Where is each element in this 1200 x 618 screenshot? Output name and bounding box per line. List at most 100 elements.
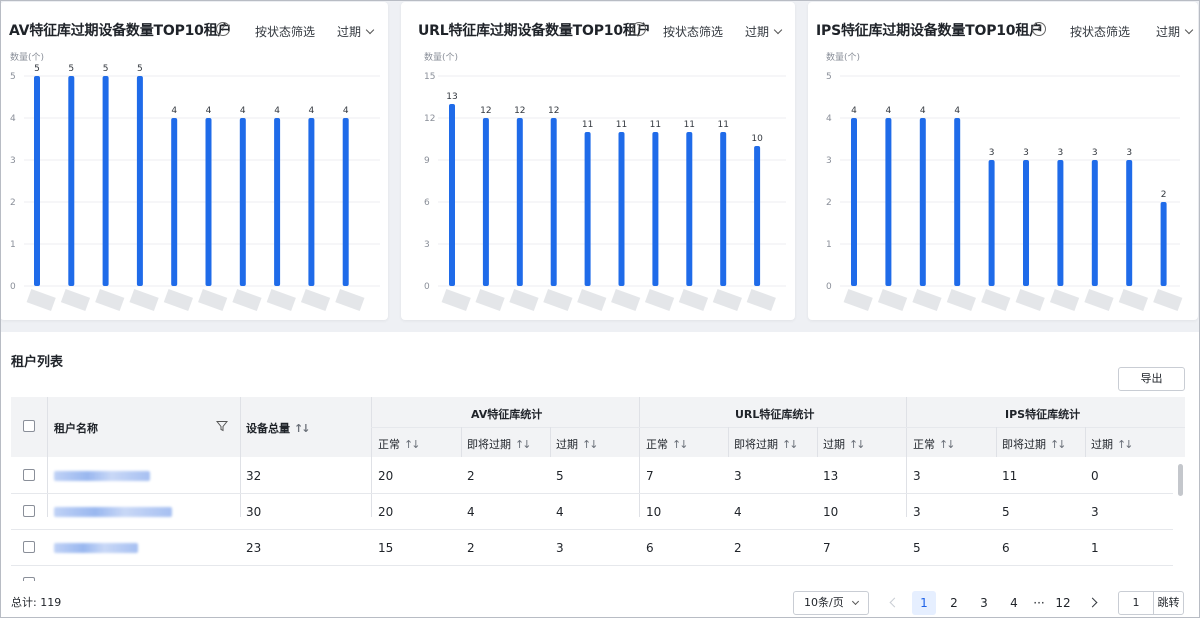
help-icon[interactable]: ? bbox=[632, 22, 646, 36]
bar bbox=[1091, 160, 1098, 286]
prev-page-icon[interactable] bbox=[889, 597, 900, 608]
x-tick-label-blurred bbox=[1049, 288, 1080, 311]
device-total-cell: 23 bbox=[246, 541, 262, 555]
row-checkbox[interactable] bbox=[23, 469, 35, 481]
x-tick-label-blurred bbox=[946, 288, 976, 311]
av-expiring-cell: 2 bbox=[467, 541, 475, 555]
page-4-button[interactable]: 4 bbox=[1002, 591, 1026, 615]
page-1-button[interactable]: 1 bbox=[912, 591, 936, 615]
av-chart-card: AV特征库过期设备数量TOP10租户 ? 按状态筛选 过期 数量(个) 0 1 2 3 4… bbox=[0, 2, 388, 320]
url-expiring-cell: 3 bbox=[734, 469, 742, 483]
y-tick-label: 0 bbox=[10, 282, 16, 292]
page-jump-button[interactable]: 跳转 bbox=[1153, 591, 1184, 615]
ips-expiring-header[interactable]: 即将过期 ↑↓ bbox=[1002, 436, 1067, 452]
sort-icon: ↑↓ bbox=[1050, 438, 1067, 451]
ips-bar-chart: 数量(个) 0 1 2 3 4 5 4 4 4 4 3 3 3 3 3 2 bbox=[826, 51, 1183, 311]
url-normal-cell: 10 bbox=[646, 505, 662, 519]
y-tick-label: 6 bbox=[424, 198, 430, 208]
bar-value-label: 5 bbox=[137, 64, 143, 74]
help-icon[interactable]: ? bbox=[1032, 22, 1046, 36]
bar bbox=[1023, 160, 1029, 286]
tenant-list-title: 租户列表 bbox=[11, 355, 64, 370]
help-icon[interactable]: ? bbox=[216, 22, 230, 36]
ips-expired-header[interactable]: 过期 ↑↓ bbox=[1091, 436, 1134, 452]
row-checkbox[interactable] bbox=[23, 577, 35, 581]
bar-value-label: 5 bbox=[68, 64, 74, 74]
bar bbox=[68, 76, 75, 286]
bar-value-label: 4 bbox=[343, 106, 349, 116]
url-expired-header[interactable]: 过期 ↑↓ bbox=[823, 436, 866, 452]
sort-icon: ↑↓ bbox=[515, 438, 532, 451]
av-normal-cell: 20 bbox=[378, 469, 394, 483]
device-total-header[interactable]: 设备总量 ↑↓ bbox=[246, 420, 311, 436]
av-normal-header[interactable]: 正常 ↑↓ bbox=[378, 436, 421, 452]
bar-value-label: 4 bbox=[240, 106, 246, 116]
x-tick-label-blurred bbox=[198, 288, 228, 311]
x-tick-label-blurred bbox=[60, 288, 91, 311]
url-status-select[interactable]: 过期 bbox=[745, 23, 783, 40]
next-page-icon[interactable] bbox=[1087, 597, 1098, 608]
bar bbox=[584, 132, 591, 286]
bar bbox=[205, 118, 212, 286]
total-count: 总计: 119 bbox=[11, 596, 62, 609]
y-axis-label: 数量(个) bbox=[424, 51, 458, 63]
bar bbox=[885, 118, 892, 286]
bar-value-label: 12 bbox=[514, 106, 525, 116]
page-3-button[interactable]: 3 bbox=[972, 591, 996, 615]
url-normal-cell: 7 bbox=[646, 469, 654, 483]
av-normal-label: 正常 bbox=[378, 438, 400, 451]
page-2-button[interactable]: 2 bbox=[942, 591, 966, 615]
device-total-cell: 30 bbox=[246, 505, 262, 519]
select-all-checkbox[interactable] bbox=[23, 420, 35, 432]
chevron-down-icon bbox=[851, 597, 860, 606]
av-expired-cell: 3 bbox=[556, 541, 564, 555]
ips-normal-cell: 3 bbox=[913, 469, 921, 483]
y-tick-label: 3 bbox=[10, 156, 16, 166]
tenant-list-panel: 租户列表 导出 租户名称 设备总量 ↑↓ AV特征库统计 URL特征库统计 IPS… bbox=[0, 332, 1200, 618]
row-checkbox[interactable] bbox=[23, 505, 35, 517]
filter-funnel-icon[interactable] bbox=[216, 420, 228, 432]
av-chart-title: AV特征库过期设备数量TOP10租户 bbox=[9, 23, 232, 39]
url-normal-header[interactable]: 正常 ↑↓ bbox=[646, 436, 689, 452]
tenant-name-link[interactable] bbox=[54, 543, 138, 553]
url-expired-cell: 13 bbox=[823, 469, 839, 483]
x-tick-label-blurred bbox=[843, 288, 873, 311]
av-expiring-header[interactable]: 即将过期 ↑↓ bbox=[467, 436, 532, 452]
ips-expiring-cell: 6 bbox=[1002, 541, 1010, 555]
url-expiring-header[interactable]: 即将过期 ↑↓ bbox=[734, 436, 799, 452]
sort-icon: ↑↓ bbox=[939, 438, 956, 451]
x-tick-label-blurred bbox=[611, 288, 641, 311]
ips-normal-header[interactable]: 正常 ↑↓ bbox=[913, 436, 956, 452]
url-normal-cell: 6 bbox=[646, 541, 654, 555]
table-scrollbar-thumb[interactable] bbox=[1178, 464, 1183, 496]
page-12-button[interactable]: 12 bbox=[1051, 591, 1075, 615]
av-expiring-cell: 4 bbox=[467, 505, 475, 519]
ips-expiring-cell: 5 bbox=[1002, 505, 1010, 519]
row-checkbox[interactable] bbox=[23, 541, 35, 553]
tenant-name-link[interactable] bbox=[54, 507, 172, 517]
page-jump-input[interactable]: 1 bbox=[1118, 591, 1154, 615]
ips-status-select[interactable]: 过期 bbox=[1156, 23, 1194, 40]
x-tick-label-blurred bbox=[163, 288, 193, 311]
y-axis-label: 数量(个) bbox=[10, 51, 44, 63]
av-expired-header[interactable]: 过期 ↑↓ bbox=[556, 436, 599, 452]
bar bbox=[1057, 160, 1064, 286]
y-tick-label: 2 bbox=[10, 198, 16, 208]
export-button[interactable]: 导出 bbox=[1118, 367, 1185, 391]
sort-icon: ↑↓ bbox=[672, 438, 689, 451]
bar-value-label: 4 bbox=[171, 106, 177, 116]
bar-value-label: 4 bbox=[920, 106, 926, 116]
tenant-name-link[interactable] bbox=[54, 471, 150, 481]
bar-value-label: 13 bbox=[446, 92, 457, 102]
sort-icon: ↑↓ bbox=[404, 438, 421, 451]
page-ellipsis[interactable]: ··· bbox=[1028, 591, 1050, 615]
ips-group-header: IPS特征库统计 bbox=[1005, 408, 1081, 421]
x-tick-label-blurred bbox=[129, 288, 159, 311]
ips-expiring-cell: 11 bbox=[1002, 469, 1018, 483]
sort-icon: ↑↓ bbox=[294, 422, 311, 435]
av-status-filter-label: 按状态筛选 bbox=[255, 25, 316, 39]
av-status-select[interactable]: 过期 bbox=[337, 23, 375, 40]
page-size-select[interactable]: 10条/页 bbox=[793, 591, 869, 615]
y-tick-label: 1 bbox=[10, 240, 16, 250]
bar-value-label: 11 bbox=[684, 120, 695, 130]
